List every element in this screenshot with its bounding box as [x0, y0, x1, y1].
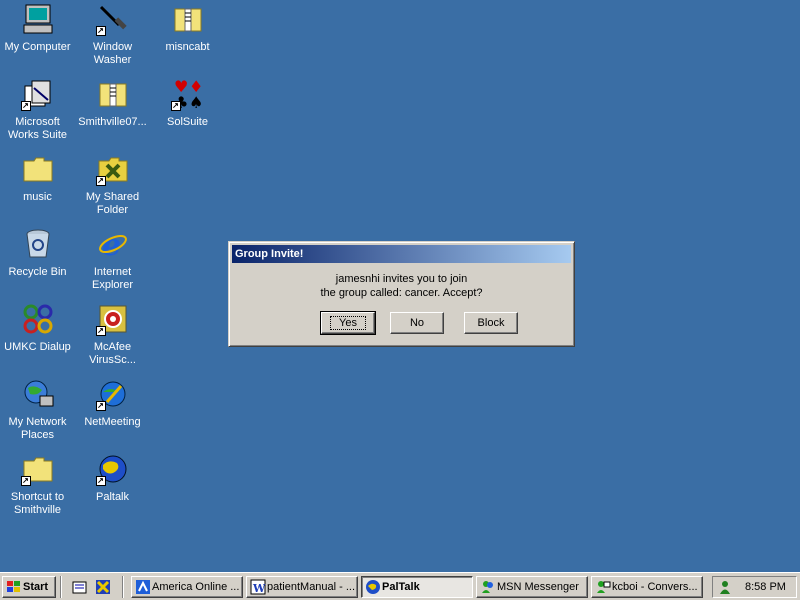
start-button[interactable]: Start — [2, 576, 56, 598]
yes-button[interactable]: Yes — [320, 311, 376, 335]
desktop-icon-internet-explorer[interactable]: e Internet Explorer — [75, 225, 150, 295]
icon-label: music — [23, 191, 52, 203]
task-button-paltalk[interactable]: PalTalk — [361, 576, 473, 598]
desktop-icon-music[interactable]: music — [0, 150, 75, 220]
task-label: patientManual - ... — [267, 581, 356, 593]
card-suits-icon: ♥ ♦ ♣ ♠ ↗ — [170, 77, 203, 112]
icon-label: SolSuite — [167, 116, 208, 128]
icon-label: Internet Explorer — [92, 266, 133, 291]
icon-label: misncabt — [165, 41, 210, 53]
tray-user-icon[interactable] — [717, 579, 733, 595]
shared-folder-icon: ↗ — [95, 153, 129, 186]
dialog-title[interactable]: Group Invite! — [232, 245, 571, 263]
block-button[interactable]: Block — [464, 312, 518, 334]
dialog-message-line2: the group called: cancer. Accept? — [320, 287, 483, 299]
clock[interactable]: 8:58 PM — [745, 577, 786, 597]
paltalk-icon: ↗ — [95, 453, 129, 486]
desktop-icon-misncabt[interactable]: misncabt — [150, 0, 225, 70]
desktop-icon-netmeeting[interactable]: ↗ NetMeeting — [75, 375, 150, 445]
no-button[interactable]: No — [390, 312, 444, 334]
dialog-message-line1: jamesnhi invites you to join — [335, 273, 468, 285]
icon-label: Shortcut to Smithville — [10, 491, 65, 516]
desktop-icon-umkc-dialup[interactable]: UMKC Dialup — [0, 300, 75, 370]
icon-label: NetMeeting — [84, 416, 141, 428]
task-label: PalTalk — [382, 581, 420, 593]
task-label: MSN Messenger — [497, 581, 579, 593]
task-button-aol[interactable]: America Online ... — [131, 576, 243, 598]
taskbar-separator — [60, 576, 62, 598]
icon-label: McAfee VirusSc... — [89, 341, 136, 366]
desktop-icon-mcafee[interactable]: ↗ McAfee VirusSc... — [75, 300, 150, 370]
aol-icon — [135, 579, 151, 595]
msn-icon — [480, 579, 496, 595]
zip-folder-icon — [172, 3, 204, 35]
system-tray: 8:58 PM — [712, 576, 797, 598]
desktop-icon[interactable] — [72, 579, 88, 595]
word-icon: W — [250, 579, 266, 595]
desktop-icon-paltalk[interactable]: ↗ Paltalk — [75, 450, 150, 520]
desktop-icon-microsoft-works[interactable]: ↗ Microsoft Works Suite — [0, 75, 75, 145]
desktop-icon-network-places[interactable]: My Network Places — [0, 375, 75, 445]
task-button-patient-manual[interactable]: W patientManual - ... — [246, 576, 358, 598]
taskbar-separator — [122, 576, 124, 598]
desktop-icon-shortcut-smithville[interactable]: ↗ Shortcut to Smithville — [0, 450, 75, 520]
dialup-icon — [22, 303, 54, 335]
icon-label: Window Washer — [92, 41, 133, 66]
task-button-msn-messenger[interactable]: MSN Messenger — [476, 576, 588, 598]
network-places-icon — [22, 378, 54, 410]
desktop-icon-window-washer[interactable]: ↗ Window Washer — [75, 0, 150, 70]
mcafee-icon: ↗ — [95, 303, 129, 336]
svg-text:e: e — [102, 228, 121, 260]
windows-logo-icon — [6, 579, 22, 595]
msn-chat-icon — [595, 579, 611, 595]
folder-icon — [22, 153, 54, 185]
svg-text:♠: ♠ — [189, 93, 203, 110]
recycle-bin-icon — [22, 228, 54, 260]
zip-folder-icon — [97, 78, 129, 110]
paltalk-quick-icon[interactable] — [95, 579, 111, 595]
icon-label: Recycle Bin — [8, 266, 67, 278]
desktop-icon-smithville07[interactable]: Smithville07... — [75, 75, 150, 145]
start-label: Start — [23, 581, 49, 593]
icon-label: My Shared Folder — [85, 191, 140, 216]
icon-label: Paltalk — [95, 491, 130, 503]
works-suite-icon: ↗ — [20, 78, 54, 111]
taskbar: Start America Online ... W patientManual… — [0, 572, 800, 600]
my-computer-icon — [22, 3, 54, 35]
task-button-kcboi-conversation[interactable]: kcboi - Convers... — [591, 576, 703, 598]
desktop-icon-my-computer[interactable]: My Computer — [0, 0, 75, 70]
internet-explorer-icon: e — [97, 228, 129, 263]
group-invite-dialog: Group Invite! jamesnhi invites you to jo… — [228, 241, 575, 347]
icon-label: My Computer — [4, 41, 71, 53]
svg-text:W: W — [252, 582, 266, 595]
desktop-icon-solsuite[interactable]: ♥ ♦ ♣ ♠ ↗ SolSuite — [150, 75, 225, 145]
netmeeting-icon: ↗ — [95, 378, 129, 411]
desktop-icon-my-shared-folder[interactable]: ↗ My Shared Folder — [75, 150, 150, 220]
icon-label: Smithville07... — [78, 116, 147, 128]
yes-button-label: Yes — [330, 316, 366, 330]
paltalk-icon — [365, 579, 381, 595]
task-label: America Online ... — [152, 581, 240, 593]
desktop-icon-recycle-bin[interactable]: Recycle Bin — [0, 225, 75, 295]
icon-label: My Network Places — [8, 416, 67, 441]
icon-label: Microsoft Works Suite — [7, 116, 68, 141]
icon-label: UMKC Dialup — [4, 341, 71, 353]
folder-shortcut-icon: ↗ — [20, 453, 54, 486]
dialog-message: jamesnhi invites you to join the group c… — [229, 272, 574, 300]
window-washer-icon: ↗ — [95, 3, 129, 36]
task-label: kcboi - Convers... — [612, 581, 698, 593]
